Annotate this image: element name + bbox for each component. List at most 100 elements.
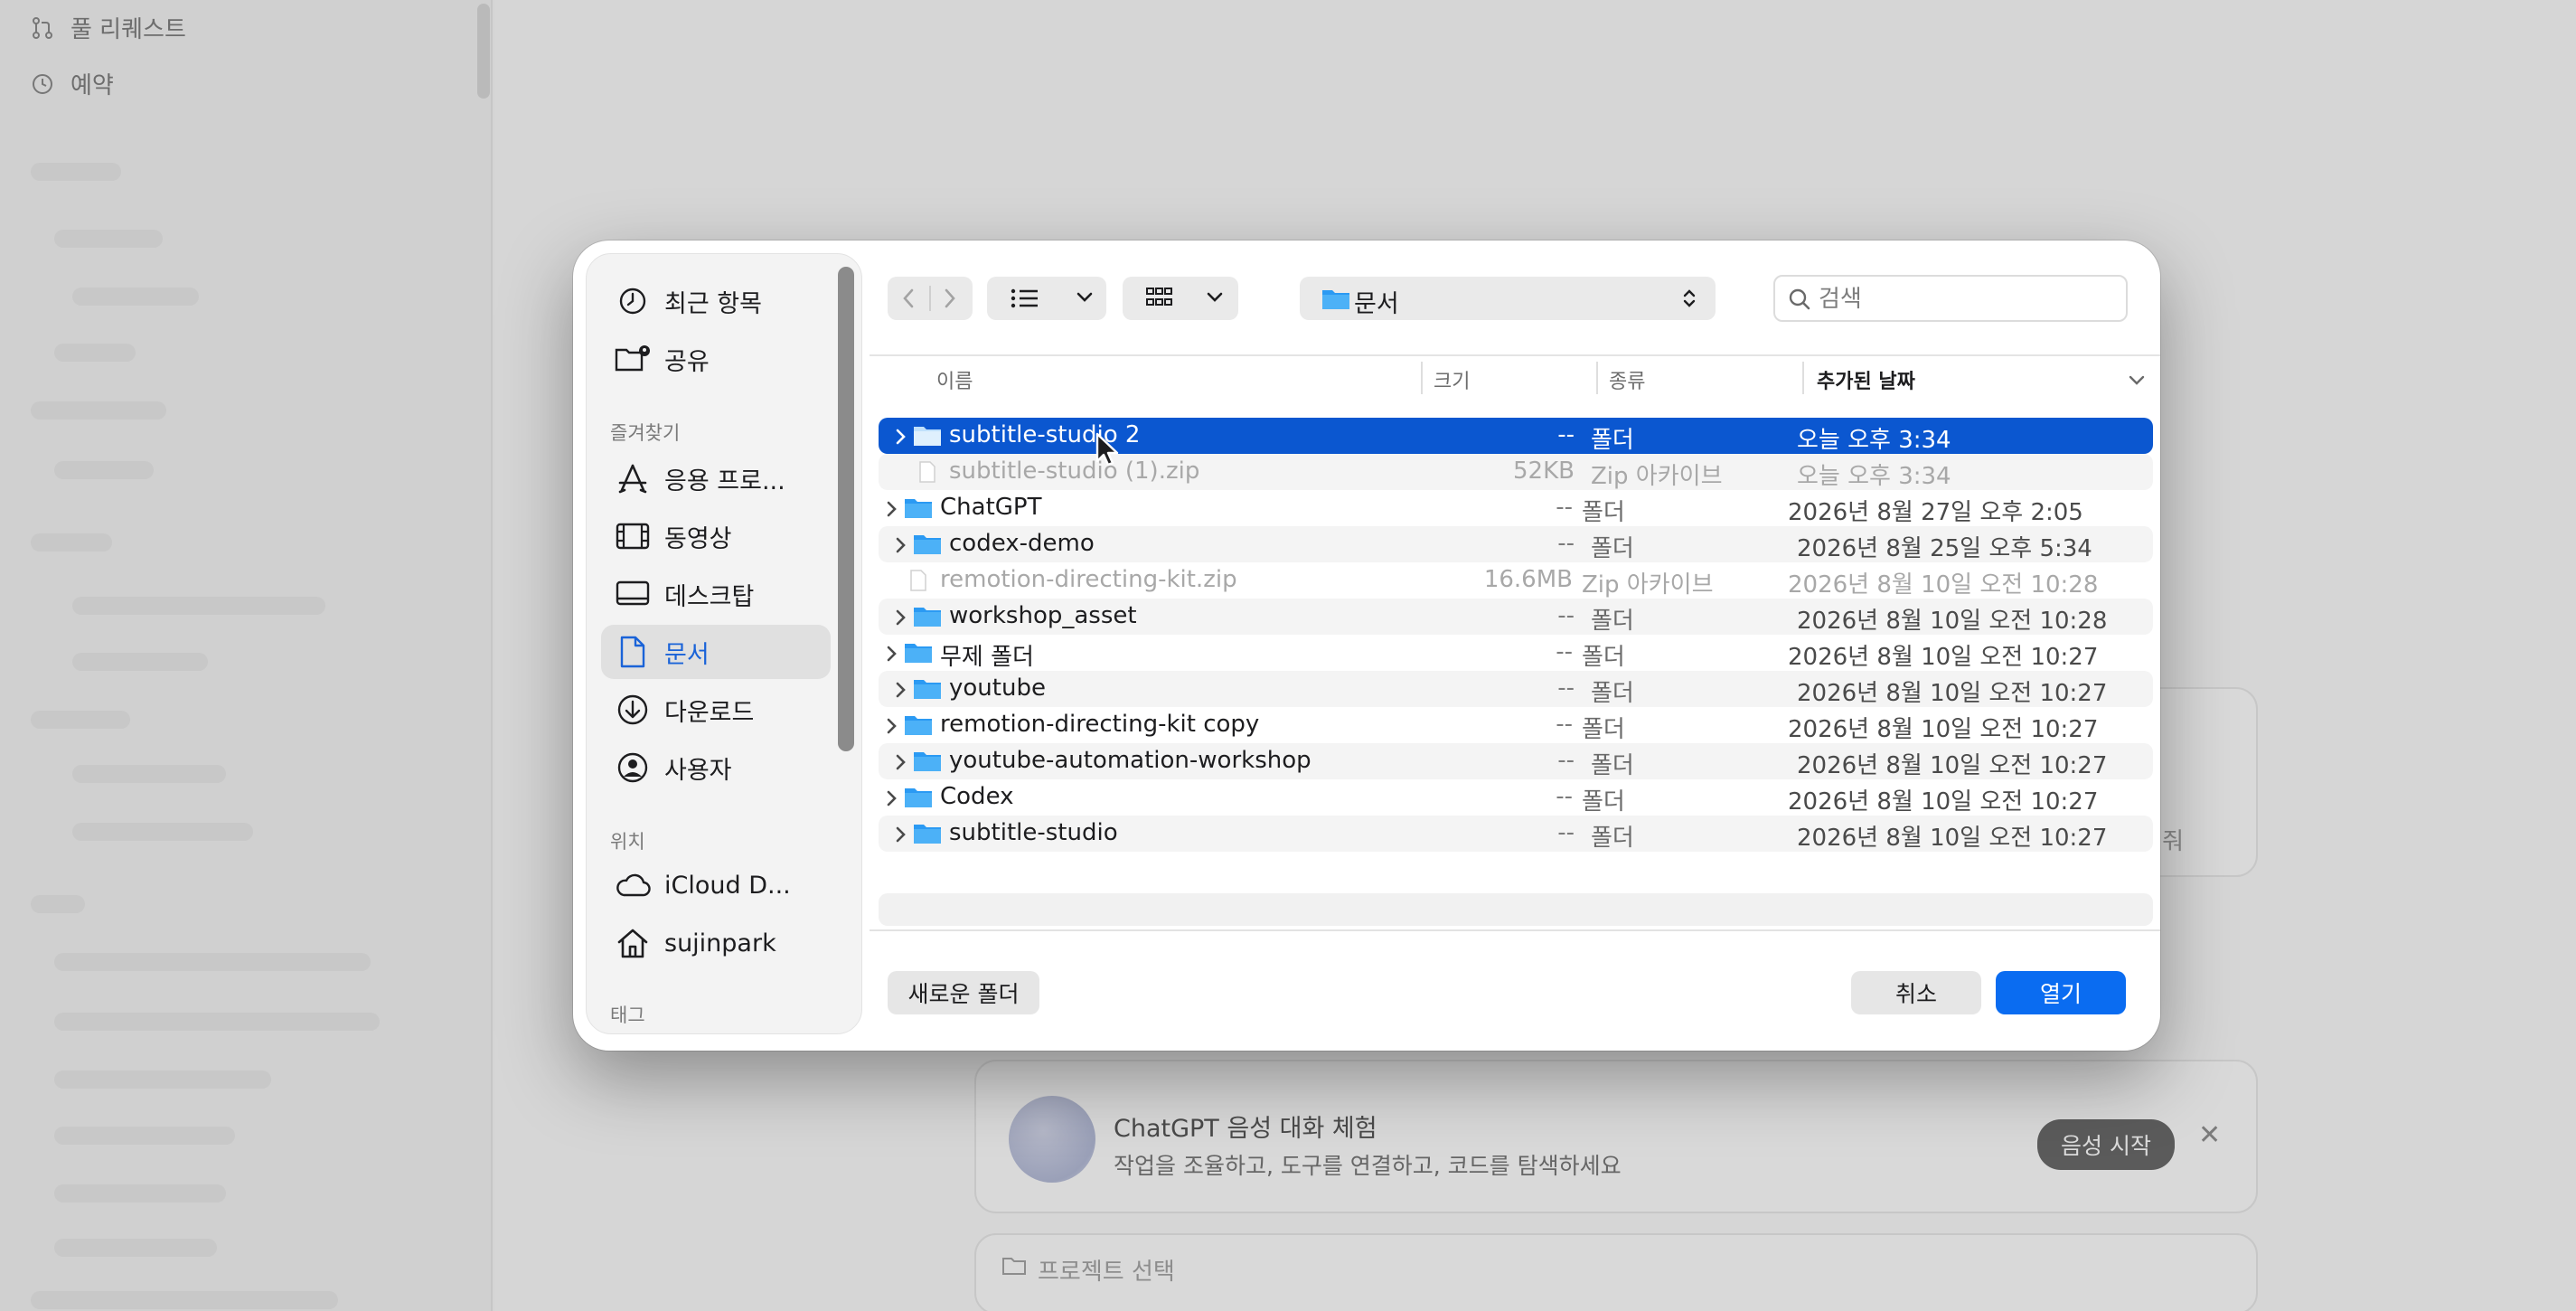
table-row[interactable]: workshop_asset -- 폴더 2026년 8월 10일 오전 10:… [879,599,2153,635]
bg-nav-pull-requests: 풀 리퀘스트 [31,11,186,44]
sidebar-item-shared[interactable]: 공유 [601,332,831,386]
column-separator[interactable] [1421,362,1423,394]
blurred-text [31,401,166,420]
project-select-bar[interactable]: 프로젝트 선택 [974,1233,2258,1311]
disclosure-chevron-icon[interactable] [886,790,898,806]
blurred-text [54,461,154,479]
new-folder-button[interactable]: 새로운 폴더 [888,971,1039,1014]
folder-icon [913,823,942,844]
sidebar-item-documents[interactable]: 문서 [601,625,831,679]
nav-separator [929,286,931,311]
horizontal-scroll-area[interactable] [870,888,2160,926]
folder-icon [904,642,933,664]
toolbar-divider [870,354,2160,356]
blurred-text [54,1184,226,1203]
close-icon[interactable]: ✕ [2198,1119,2221,1151]
pull-request-icon [31,16,54,40]
disclosure-chevron-icon[interactable] [895,682,907,698]
column-header-kind[interactable]: 종류 [1609,365,1645,394]
folder-icon [904,714,933,736]
sidebar-item-icloud[interactable]: iCloud D... [601,858,831,912]
blurred-text [54,1239,217,1257]
blurred-text [54,1127,235,1145]
disclosure-chevron-icon[interactable] [895,609,907,626]
film-icon [612,515,653,557]
table-row[interactable]: youtube -- 폴더 2026년 8월 10일 오전 10:27 [879,671,2153,707]
cancel-button[interactable]: 취소 [1851,971,1981,1014]
blurred-text [31,711,130,729]
sidebar-item-movies[interactable]: 동영상 [601,509,831,563]
folder-icon [904,787,933,808]
column-header-name[interactable]: 이름 [936,365,973,394]
background-sidebar: 풀 리퀘스트 예약 [0,0,493,1311]
disclosure-chevron-icon[interactable] [895,754,907,770]
table-row[interactable]: subtitle-studio 2 -- 폴더 오늘 오후 3:34 [879,418,2153,454]
sidebar-item-recents[interactable]: 최근 항목 [601,274,831,328]
open-file-dialog: 최근 항목 공유 즐겨찾기 응용 프로... 동영상 데스크탑 문서 다운로드 … [573,241,2160,1051]
table-row[interactable]: remotion-directing-kit.zip 16.6MB Zip 아카… [870,562,2151,599]
table-row[interactable]: ChatGPT -- 폴더 2026년 8월 27일 오후 2:05 [870,490,2151,526]
folder-icon [913,425,942,447]
disclosure-chevron-icon[interactable] [886,501,898,517]
table-row[interactable]: subtitle-studio -- 폴더 2026년 8월 10일 오전 10… [879,816,2153,852]
column-separator[interactable] [1802,362,1804,394]
voice-card-title: ChatGPT 음성 대화 체험 [1114,1115,1377,1143]
column-header-size[interactable]: 크기 [1434,365,1470,394]
blurred-text [72,597,325,615]
sidebar-scrollbar[interactable] [838,267,854,751]
shared-folder-icon [612,338,653,380]
voice-promo-card: ChatGPT 음성 대화 체험 작업을 조율하고, 도구를 연결하고, 코드를… [974,1060,2258,1213]
sidebar-item-applications[interactable]: 응용 프로... [601,451,831,505]
column-separator[interactable] [1596,362,1598,394]
mouse-cursor-icon [1095,432,1120,468]
folder-icon [1001,1255,1027,1277]
horizontal-scrollbar-track[interactable] [879,893,2153,926]
document-icon [612,631,653,673]
disclosure-chevron-icon[interactable] [895,537,907,553]
open-button[interactable]: 열기 [1996,971,2126,1014]
chevron-right-icon[interactable] [942,288,958,309]
column-header-date-added[interactable]: 추가된 날짜 [1817,365,1915,394]
search-field[interactable] [1773,275,2128,322]
sidebar-item-downloads[interactable]: 다운로드 [601,683,831,737]
path-label: 문서 [1354,290,1399,318]
chevron-down-icon[interactable] [2128,374,2146,387]
path-popup[interactable]: 문서 [1300,277,1716,320]
chevron-left-icon[interactable] [900,288,917,309]
folder-icon [913,606,942,627]
folder-icon [913,678,942,700]
zip-file-icon [913,461,942,483]
disclosure-chevron-icon[interactable] [886,718,898,734]
blurred-text [72,823,253,841]
disclosure-chevron-icon[interactable] [886,646,898,662]
list-icon [1011,288,1039,309]
blurred-text [54,344,136,362]
disclosure-chevron-icon[interactable] [895,429,907,445]
grid-view-button[interactable] [1123,277,1238,320]
search-input[interactable] [1819,284,2117,315]
folder-icon [913,533,942,555]
table-row[interactable]: subtitle-studio (1).zip 52KB Zip 아카이브 오늘… [879,454,2153,490]
table-row[interactable]: Codex -- 폴더 2026년 8월 10일 오전 10:27 [870,779,2151,816]
disclosure-chevron-icon[interactable] [895,826,907,843]
download-icon [612,689,653,731]
list-view-button[interactable] [987,277,1106,320]
dialog-sidebar: 최근 항목 공유 즐겨찾기 응용 프로... 동영상 데스크탑 문서 다운로드 … [586,253,862,1034]
voice-start-button[interactable]: 음성 시작 [2037,1119,2175,1170]
blurred-text [54,230,163,248]
chevron-down-icon [1076,291,1094,304]
sidebar-item-desktop[interactable]: 데스크탑 [601,567,831,621]
clock-icon [612,280,653,322]
search-icon [1788,288,1811,311]
blurred-text [54,1070,271,1089]
folder-icon [1321,288,1350,311]
sidebar-item-home[interactable]: sujinpark [601,916,831,970]
desktop-icon [612,573,653,615]
table-row[interactable]: codex-demo -- 폴더 2026년 8월 25일 오후 5:34 [879,526,2153,562]
table-row[interactable]: youtube-automation-workshop -- 폴더 2026년 … [879,743,2153,779]
sidebar-item-user[interactable]: 사용자 [601,740,831,795]
table-row[interactable]: 무제 폴더 -- 폴더 2026년 8월 10일 오전 10:27 [870,635,2151,671]
table-row[interactable]: remotion-directing-kit copy -- 폴더 2026년 … [870,707,2151,743]
blurred-text [31,533,112,552]
footer-divider [870,929,2160,931]
